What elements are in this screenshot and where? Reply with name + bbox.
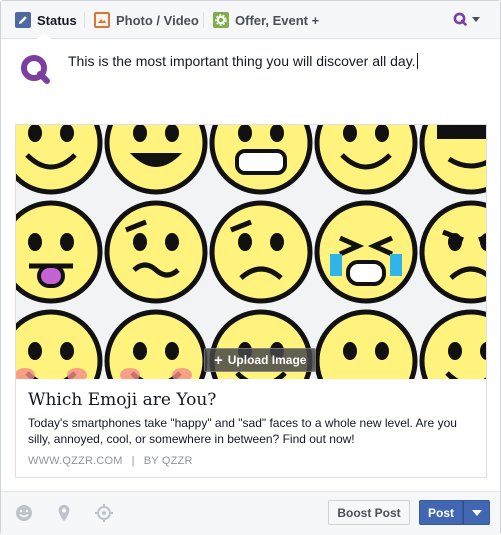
preview-meta: WWW.QZZR.COM | BY QZZR [28,455,193,467]
pencil-icon [15,12,31,28]
status-text: This is the most important thing you wil… [68,53,416,69]
link-preview-card[interactable]: + Upload Image Which Emoji are You? Toda… [15,124,487,478]
tab-status-label: Status [37,12,77,28]
tab-photo-video[interactable]: Photo / Video [94,1,199,39]
plus-icon: + [214,351,223,369]
preview-byline: BY QZZR [143,455,193,467]
tab-divider [203,12,204,28]
tab-divider [84,12,85,28]
post-options-button[interactable] [463,500,490,525]
post-composer: Status Photo / Video Offer, Event + This… [0,0,501,535]
meta-separator: | [131,455,135,467]
emoji-face [104,309,208,379]
chevron-down-icon [472,16,480,22]
qzzr-logo-icon [453,12,467,26]
location-pin-icon[interactable] [54,503,74,523]
emoji-face [104,125,208,195]
tab-photo-video-label: Photo / Video [116,12,199,28]
emoji-face [314,309,418,379]
preview-title[interactable]: Which Emoji are You? [28,390,216,410]
preview-description[interactable]: Today's smartphones take "happy" and "sa… [28,415,478,447]
tab-offer-event-label: Offer, Event + [235,12,320,28]
preview-domain: WWW.QZZR.COM [28,455,123,467]
composer-footer: Boost Post Post [1,491,500,535]
photo-icon [94,12,110,28]
avatar [21,55,50,84]
emoji-face [419,309,486,379]
gear-icon [213,12,229,28]
preview-image: + Upload Image [16,125,486,379]
emoji-face [314,125,418,195]
active-tab-pointer [37,32,51,39]
upload-image-label: Upload Image [227,353,307,367]
emoji-face [209,125,313,195]
upload-image-button[interactable]: + Upload Image [204,348,317,372]
target-icon[interactable] [94,503,114,523]
emoji-face [16,125,103,195]
emoji-icon[interactable] [14,503,34,523]
emoji-grid-image [16,125,486,379]
emoji-face [314,200,418,304]
page-selector[interactable] [453,12,480,26]
text-cursor [416,53,418,69]
emoji-face [209,200,313,304]
emoji-face [16,309,103,379]
tab-offer-event[interactable]: Offer, Event + [213,1,319,39]
chevron-down-icon [471,509,482,516]
emoji-face [419,200,486,304]
composer-tabs: Status Photo / Video Offer, Event + [1,1,500,39]
emoji-face [419,125,486,195]
emoji-face [104,200,208,304]
status-text-input[interactable]: This is the most important thing you wil… [68,53,418,69]
boost-post-button[interactable]: Boost Post [328,500,410,525]
post-button[interactable]: Post [419,500,463,525]
emoji-face [16,200,103,304]
